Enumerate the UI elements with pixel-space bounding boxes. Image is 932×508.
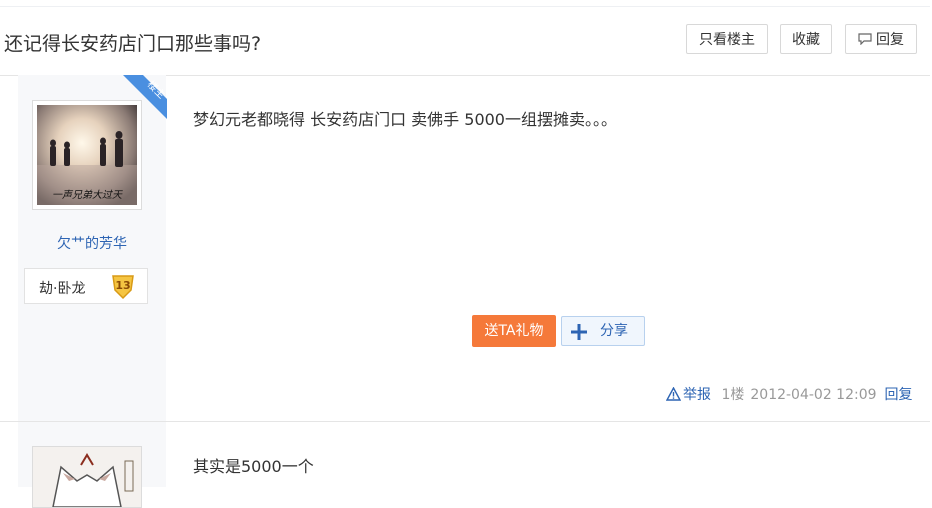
level-number: 13 xyxy=(115,279,130,292)
only-louzhu-button[interactable]: 只看楼主 xyxy=(686,24,768,54)
floor-reply-link[interactable]: 回复 xyxy=(885,387,913,403)
username-link[interactable]: 欠艹的芳华 xyxy=(18,233,166,253)
level-badge-icon: 13 xyxy=(112,275,134,300)
avatar-caption: 一声兄弟大过天 xyxy=(52,189,123,201)
avatar-image xyxy=(33,447,141,507)
reply-button-label: 回复 xyxy=(876,32,904,48)
author-sidebar xyxy=(18,422,166,508)
post-content: 其实是5000一个 xyxy=(193,457,314,476)
thread-title: 还记得长安药店门口那些事吗? xyxy=(4,33,262,55)
report-label: 举报 xyxy=(683,387,711,403)
favorite-button[interactable]: 收藏 xyxy=(780,24,832,54)
share-button-label: 分享 xyxy=(600,323,628,339)
send-gift-button[interactable]: 送TA礼物 xyxy=(472,315,556,347)
author-sidebar: 一声兄弟大过天 欠艹的芳华 劫·卧龙 13 xyxy=(18,75,166,421)
post-time: 2012-04-02 12:09 xyxy=(750,387,877,403)
floor-number: 1楼 xyxy=(721,387,745,403)
post-floor-1: 一声兄弟大过天 欠艹的芳华 劫·卧龙 13 楼主 梦幻元老都晓得 长安药店门口 … xyxy=(0,75,930,422)
avatar[interactable] xyxy=(32,446,142,508)
post-content: 梦幻元老都晓得 长安药店门口 卖佛手 5000一组摆摊卖。。。 xyxy=(193,110,617,129)
thread-header: 还记得长安药店门口那些事吗? 只看楼主 收藏 回复 xyxy=(0,6,930,76)
plus-icon xyxy=(571,324,587,340)
comment-icon xyxy=(858,26,872,46)
report-link[interactable]: 举报 xyxy=(666,387,715,403)
avatar-image: 一声兄弟大过天 xyxy=(37,105,137,205)
level-name: 劫·卧龙 xyxy=(39,281,86,297)
post-floor-2: 其实是5000一个 xyxy=(0,422,930,508)
level-box[interactable]: 劫·卧龙 13 xyxy=(24,268,148,304)
reply-button[interactable]: 回复 xyxy=(845,24,917,54)
warning-icon xyxy=(666,387,681,401)
louzhu-ribbon: 楼主 xyxy=(123,75,167,119)
post-tail: 举报 1楼 2012-04-02 12:09 回复 xyxy=(666,384,913,404)
share-button[interactable]: 分享 xyxy=(561,316,645,346)
